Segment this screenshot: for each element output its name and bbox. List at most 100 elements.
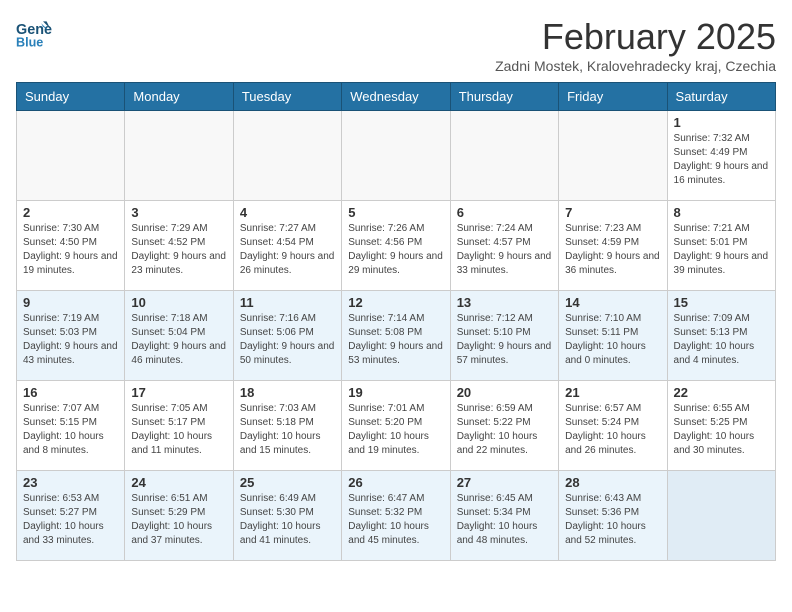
calendar-day-cell: 26 Sunrise: 6:47 AMSunset: 5:32 PMDayligh… [342,471,450,561]
calendar-day-cell: 8 Sunrise: 7:21 AMSunset: 5:01 PMDaylight… [667,201,775,291]
day-number: 28 [565,475,660,490]
calendar-day-cell: 7 Sunrise: 7:23 AMSunset: 4:59 PMDaylight… [559,201,667,291]
logo-icon: General Blue [16,16,52,52]
calendar-week-row: 9 Sunrise: 7:19 AMSunset: 5:03 PMDaylight… [17,291,776,381]
calendar-table: SundayMondayTuesdayWednesdayThursdayFrid… [16,82,776,561]
calendar-day-cell: 20 Sunrise: 6:59 AMSunset: 5:22 PMDayligh… [450,381,558,471]
calendar-day-cell: 15 Sunrise: 7:09 AMSunset: 5:13 PMDayligh… [667,291,775,381]
day-number: 17 [131,385,226,400]
day-number: 11 [240,295,335,310]
calendar-day-cell: 4 Sunrise: 7:27 AMSunset: 4:54 PMDaylight… [233,201,341,291]
day-info: Sunrise: 6:47 AMSunset: 5:32 PMDaylight:… [348,492,443,548]
day-info: Sunrise: 7:16 AMSunset: 5:06 PMDaylight:… [240,312,335,368]
logo: General Blue [16,16,56,52]
day-number: 21 [565,385,660,400]
calendar-day-cell: 25 Sunrise: 6:49 AMSunset: 5:30 PMDayligh… [233,471,341,561]
weekday-header-tuesday: Tuesday [233,83,341,111]
calendar-day-cell: 11 Sunrise: 7:16 AMSunset: 5:06 PMDayligh… [233,291,341,381]
day-info: Sunrise: 7:09 AMSunset: 5:13 PMDaylight:… [674,312,769,368]
calendar-day-cell: 27 Sunrise: 6:45 AMSunset: 5:34 PMDayligh… [450,471,558,561]
day-info: Sunrise: 7:32 AMSunset: 4:49 PMDaylight:… [674,132,769,188]
calendar-day-cell: 2Sunrise: 7:30 AMSunset: 4:50 PMDaylight… [17,201,125,291]
day-info: Sunrise: 7:30 AMSunset: 4:50 PMDaylight:… [23,222,118,278]
day-number: 12 [348,295,443,310]
day-number: 20 [457,385,552,400]
calendar-day-cell [450,111,558,201]
day-info: Sunrise: 7:21 AMSunset: 5:01 PMDaylight:… [674,222,769,278]
day-info: Sunrise: 6:59 AMSunset: 5:22 PMDaylight:… [457,402,552,458]
day-info: Sunrise: 6:49 AMSunset: 5:30 PMDaylight:… [240,492,335,548]
day-info: Sunrise: 6:57 AMSunset: 5:24 PMDaylight:… [565,402,660,458]
day-number: 5 [348,205,443,220]
day-number: 22 [674,385,769,400]
page-header: General Blue February 2025 Zadni Mostek,… [16,16,776,74]
day-number: 14 [565,295,660,310]
day-info: Sunrise: 6:55 AMSunset: 5:25 PMDaylight:… [674,402,769,458]
day-number: 19 [348,385,443,400]
day-number: 6 [457,205,552,220]
day-number: 3 [131,205,226,220]
day-number: 27 [457,475,552,490]
day-info: Sunrise: 7:01 AMSunset: 5:20 PMDaylight:… [348,402,443,458]
calendar-day-cell: 13 Sunrise: 7:12 AMSunset: 5:10 PMDayligh… [450,291,558,381]
svg-text:Blue: Blue [16,36,43,50]
calendar-day-cell [17,111,125,201]
month-title: February 2025 [495,16,776,58]
weekday-header-friday: Friday [559,83,667,111]
day-number: 25 [240,475,335,490]
day-info: Sunrise: 7:12 AMSunset: 5:10 PMDaylight:… [457,312,552,368]
calendar-day-cell: 12 Sunrise: 7:14 AMSunset: 5:08 PMDayligh… [342,291,450,381]
calendar-week-row: 2Sunrise: 7:30 AMSunset: 4:50 PMDaylight… [17,201,776,291]
day-info: Sunrise: 7:14 AMSunset: 5:08 PMDaylight:… [348,312,443,368]
calendar-day-cell [125,111,233,201]
day-info: Sunrise: 7:10 AMSunset: 5:11 PMDaylight:… [565,312,660,368]
day-info: Sunrise: 7:23 AMSunset: 4:59 PMDaylight:… [565,222,660,278]
day-number: 24 [131,475,226,490]
calendar-day-cell [559,111,667,201]
weekday-header-row: SundayMondayTuesdayWednesdayThursdayFrid… [17,83,776,111]
calendar-day-cell: 19 Sunrise: 7:01 AMSunset: 5:20 PMDayligh… [342,381,450,471]
day-info: Sunrise: 7:29 AMSunset: 4:52 PMDaylight:… [131,222,226,278]
calendar-day-cell [667,471,775,561]
day-info: Sunrise: 7:07 AMSunset: 5:15 PMDaylight:… [23,402,118,458]
day-number: 23 [23,475,118,490]
day-info: Sunrise: 6:43 AMSunset: 5:36 PMDaylight:… [565,492,660,548]
calendar-day-cell: 28 Sunrise: 6:43 AMSunset: 5:36 PMDayligh… [559,471,667,561]
location-subtitle: Zadni Mostek, Kralovehradecky kraj, Czec… [495,58,776,74]
day-number: 18 [240,385,335,400]
day-number: 4 [240,205,335,220]
calendar-week-row: 1Sunrise: 7:32 AMSunset: 4:49 PMDaylight… [17,111,776,201]
day-number: 15 [674,295,769,310]
calendar-day-cell: 21 Sunrise: 6:57 AMSunset: 5:24 PMDayligh… [559,381,667,471]
day-info: Sunrise: 7:27 AMSunset: 4:54 PMDaylight:… [240,222,335,278]
day-number: 7 [565,205,660,220]
calendar-week-row: 16 Sunrise: 7:07 AMSunset: 5:15 PMDayligh… [17,381,776,471]
calendar-day-cell: 3 Sunrise: 7:29 AMSunset: 4:52 PMDaylight… [125,201,233,291]
calendar-day-cell: 22 Sunrise: 6:55 AMSunset: 5:25 PMDayligh… [667,381,775,471]
weekday-header-saturday: Saturday [667,83,775,111]
calendar-day-cell: 16 Sunrise: 7:07 AMSunset: 5:15 PMDayligh… [17,381,125,471]
day-number: 9 [23,295,118,310]
calendar-day-cell: 1Sunrise: 7:32 AMSunset: 4:49 PMDaylight… [667,111,775,201]
day-number: 8 [674,205,769,220]
calendar-day-cell: 6 Sunrise: 7:24 AMSunset: 4:57 PMDaylight… [450,201,558,291]
calendar-day-cell: 9 Sunrise: 7:19 AMSunset: 5:03 PMDaylight… [17,291,125,381]
weekday-header-thursday: Thursday [450,83,558,111]
weekday-header-sunday: Sunday [17,83,125,111]
day-info: Sunrise: 7:03 AMSunset: 5:18 PMDaylight:… [240,402,335,458]
weekday-header-monday: Monday [125,83,233,111]
day-number: 13 [457,295,552,310]
day-info: Sunrise: 6:53 AMSunset: 5:27 PMDaylight:… [23,492,118,548]
calendar-week-row: 23 Sunrise: 6:53 AMSunset: 5:27 PMDayligh… [17,471,776,561]
day-info: Sunrise: 6:45 AMSunset: 5:34 PMDaylight:… [457,492,552,548]
day-info: Sunrise: 7:05 AMSunset: 5:17 PMDaylight:… [131,402,226,458]
day-number: 26 [348,475,443,490]
day-info: Sunrise: 7:19 AMSunset: 5:03 PMDaylight:… [23,312,118,368]
day-number: 10 [131,295,226,310]
calendar-day-cell [233,111,341,201]
calendar-day-cell: 17 Sunrise: 7:05 AMSunset: 5:17 PMDayligh… [125,381,233,471]
day-info: Sunrise: 6:51 AMSunset: 5:29 PMDaylight:… [131,492,226,548]
day-number: 16 [23,385,118,400]
day-info: Sunrise: 7:18 AMSunset: 5:04 PMDaylight:… [131,312,226,368]
day-info: Sunrise: 7:24 AMSunset: 4:57 PMDaylight:… [457,222,552,278]
